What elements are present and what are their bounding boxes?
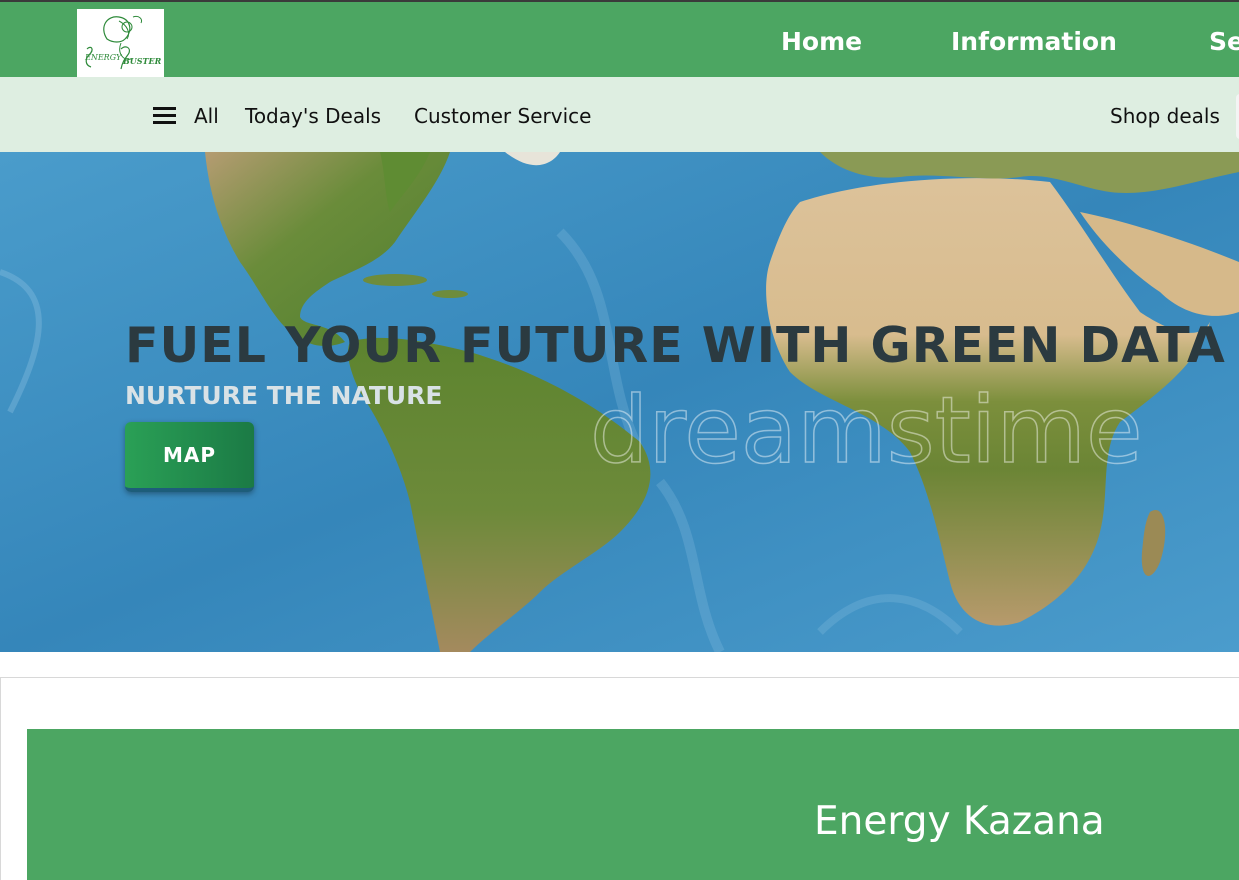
map-button[interactable]: MAP bbox=[125, 422, 254, 492]
shop-deals-link[interactable]: Shop deals bbox=[1110, 104, 1220, 128]
todays-deals-link[interactable]: Today's Deals bbox=[245, 104, 381, 128]
customer-service-link[interactable]: Customer Service bbox=[414, 104, 591, 128]
secondary-nav-bar: All Today's Deals Customer Service Shop … bbox=[0, 77, 1239, 152]
nav-truncated-item[interactable]: Se bbox=[1209, 27, 1239, 56]
energy-buster-logo[interactable]: ENERGY BUSTER bbox=[77, 9, 164, 77]
energy-kazana-panel: Energy Kazana bbox=[27, 729, 1239, 880]
hero-banner: dreamstime FUEL YOUR FUTURE WITH GREEN D… bbox=[0, 152, 1239, 652]
logo-text-energy: ENERGY bbox=[85, 53, 122, 62]
hamburger-menu-icon[interactable] bbox=[153, 107, 176, 124]
all-menu-label[interactable]: All bbox=[194, 104, 219, 128]
hero-title: FUEL YOUR FUTURE WITH GREEN DATA bbox=[125, 317, 1226, 374]
logo-text-buster: BUSTER bbox=[123, 56, 162, 66]
hero-subtitle: NURTURE THE NATURE bbox=[125, 381, 443, 410]
nav-home[interactable]: Home bbox=[781, 27, 862, 56]
panel-title: Energy Kazana bbox=[814, 799, 1105, 844]
nav-information[interactable]: Information bbox=[951, 27, 1117, 56]
top-nav-bar: ENERGY BUSTER Home Information Se bbox=[0, 0, 1239, 77]
watermark-text: dreamstime bbox=[589, 376, 1143, 485]
